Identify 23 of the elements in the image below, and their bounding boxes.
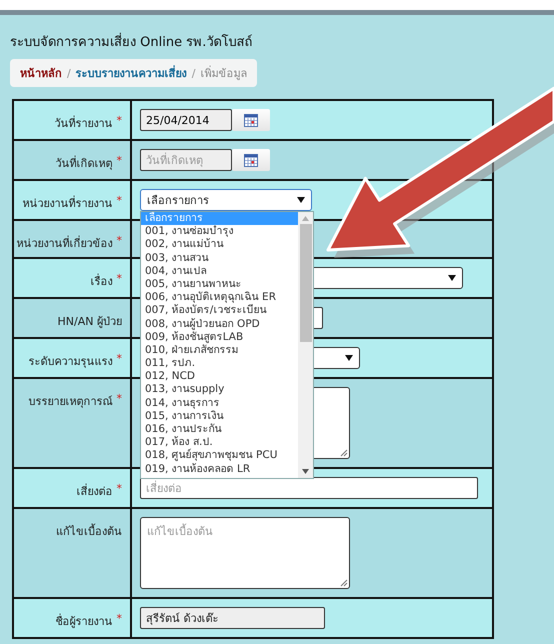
- field-label: วันที่เกิดเหตุ: [56, 154, 112, 172]
- breadcrumb-separator: /: [192, 66, 196, 80]
- field-label: วันที่รายงาน: [54, 114, 112, 132]
- field-label: เสี่ยงต่อ: [76, 482, 112, 500]
- required-mark: *: [116, 392, 122, 405]
- field-label: ชื่อผู้รายงาน: [56, 612, 112, 630]
- required-mark: *: [116, 272, 122, 285]
- required-mark: *: [116, 612, 122, 625]
- required-mark: *: [116, 114, 122, 127]
- required-mark: *: [116, 482, 122, 495]
- field-label: แก้ไขเบื้องต้น: [56, 522, 122, 540]
- field-label: บรรยายเหตุการณ์: [28, 394, 112, 410]
- field-label: เรื่อง: [90, 272, 112, 290]
- breadcrumb-separator: /: [67, 66, 71, 80]
- required-mark: *: [116, 154, 122, 167]
- field-label: HN/AN ผู้ป่วย: [58, 314, 122, 330]
- required-mark: *: [116, 194, 122, 207]
- required-mark: *: [116, 352, 122, 365]
- field-label: ระดับความรุนแรง: [28, 354, 112, 370]
- page-title: ระบบจัดการความเสี่ยง Online รพ.วัดโบสถ์: [10, 31, 544, 52]
- required-mark: *: [116, 234, 122, 247]
- field-label: หน่วยงานที่เกี่ยวข้อง: [16, 234, 112, 252]
- field-label: หน่วยงานที่รายงาน: [22, 194, 112, 212]
